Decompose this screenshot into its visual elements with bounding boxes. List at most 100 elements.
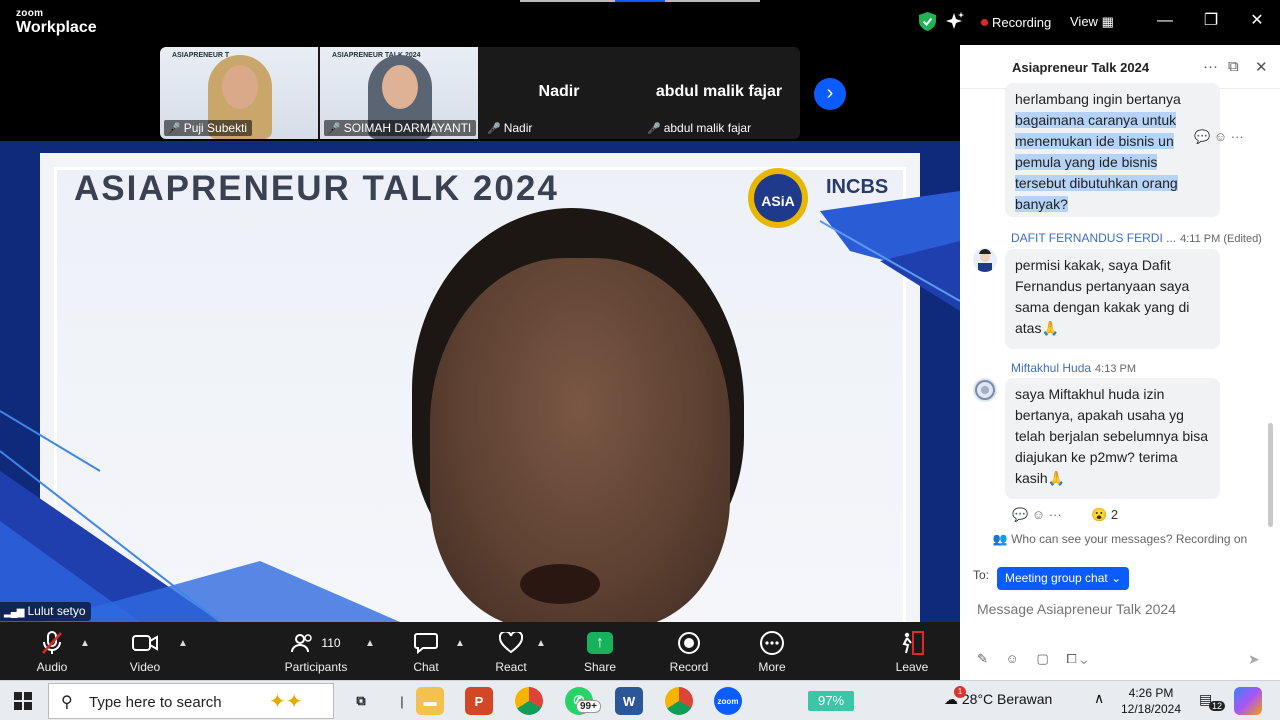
- participant-display-name: Nadir: [538, 83, 580, 100]
- message-line: menemukan ide bisnis un: [1015, 133, 1174, 149]
- sender-name: DAFIT FERNANDUS FERDI ...: [1011, 231, 1177, 245]
- chat-more-icon[interactable]: ···: [1203, 58, 1218, 75]
- video-button[interactable]: Video: [105, 628, 185, 674]
- share-button[interactable]: ↑ Share: [560, 628, 640, 674]
- zoom-app-icon[interactable]: zoom: [714, 687, 742, 715]
- powerpoint-icon[interactable]: P: [465, 687, 493, 715]
- restore-icon[interactable]: ❐: [1199, 10, 1223, 34]
- message-line: banyak?: [1015, 196, 1068, 212]
- logo-zoom: zoom: [16, 8, 44, 19]
- video-options-caret-icon[interactable]: ▲: [178, 638, 188, 649]
- record-button[interactable]: Record: [649, 628, 729, 674]
- message-more-icon[interactable]: ···: [1049, 507, 1062, 522]
- participant-name: SOIMAH DARMAYANTI: [343, 121, 472, 135]
- participant-face: [382, 65, 418, 109]
- app-logo: zoom Workplace: [16, 9, 97, 36]
- ai-companion-icon[interactable]: [946, 12, 964, 30]
- react-options-caret-icon[interactable]: ▲: [536, 638, 546, 649]
- whatsapp-badge: 99+: [576, 700, 601, 713]
- next-page-button[interactable]: ›: [814, 78, 846, 110]
- share-label: Share: [583, 660, 617, 674]
- thumbnail-nadir[interactable]: Nadir 🎤 Nadir: [480, 47, 638, 139]
- muted-mic-icon: 🎤: [167, 123, 181, 135]
- chat-message-3[interactable]: saya Miftakhul huda izin bertanya, apaka…: [1005, 378, 1220, 499]
- message-input[interactable]: [977, 598, 1267, 620]
- recording-dot-icon: [981, 19, 988, 26]
- file-icon[interactable]: ▢: [1036, 651, 1048, 666]
- logo-workplace: Workplace: [16, 19, 97, 36]
- participants-options-caret-icon[interactable]: ▲: [365, 638, 375, 649]
- participant-name: Nadir: [503, 121, 533, 135]
- task-view-icon[interactable]: ⧉: [347, 687, 375, 715]
- reaction-chip[interactable]: 😮 2: [1091, 507, 1118, 523]
- recipient-dropdown[interactable]: Meeting group chat ⌄: [997, 567, 1130, 590]
- thumbnail-soimah-darmayanti[interactable]: ASIAPRENEUR TALK 2024 🎤 SOIMAH DARMAYANTI: [320, 47, 478, 139]
- chrome-icon[interactable]: [515, 687, 543, 715]
- reply-icon[interactable]: 💬: [1012, 507, 1028, 522]
- signal-icon: ▂▄▆: [4, 607, 24, 618]
- chat-scrollbar[interactable]: [1268, 423, 1273, 527]
- react-button[interactable]: React: [471, 628, 551, 674]
- screenshot-icon[interactable]: ⧠ ⌄: [1066, 651, 1087, 666]
- add-reaction-icon[interactable]: ☺: [1032, 507, 1045, 522]
- tray-expand-icon[interactable]: ∧: [1094, 690, 1104, 707]
- chrome-profile-icon[interactable]: [665, 687, 693, 715]
- avatar-image: [975, 380, 995, 400]
- send-icon[interactable]: ➤: [1248, 651, 1260, 668]
- weather-text: 28°C Berawan: [961, 691, 1053, 707]
- audio-button[interactable]: Audio: [12, 628, 92, 674]
- muted-mic-icon: 🎤: [487, 123, 501, 135]
- thumbnail-abdul-malik-fajar[interactable]: abdul malik fajar 🎤 abdul malik fajar: [640, 47, 798, 139]
- thumbnail-caption: 🎤 Puji Subekti: [164, 120, 253, 136]
- popout-icon[interactable]: ⧉: [1228, 58, 1239, 75]
- participants-label: Participants: [284, 660, 348, 674]
- taskbar-search[interactable]: ⚲ Type here to search ✦✦: [48, 683, 334, 719]
- leave-button[interactable]: Leave: [872, 628, 952, 674]
- chat-message-2[interactable]: permisi kakak, saya Dafit Fernandus pert…: [1005, 249, 1220, 349]
- privacy-notice[interactable]: 👥 Who can see your messages? Recording o…: [960, 532, 1280, 546]
- notification-center-icon[interactable]: ▤ 12: [1199, 691, 1226, 711]
- thumbnail-puji-subekti[interactable]: ASIAPRENEUR T 🎤 Puji Subekti: [160, 47, 318, 139]
- weather-widget[interactable]: ☁ 1 28°C Berawan: [944, 686, 1053, 708]
- audio-label: Audio: [36, 660, 68, 674]
- more-icon: [760, 631, 784, 655]
- recording-indicator[interactable]: Recording: [981, 15, 1051, 30]
- clock-date: 12/18/2024: [1120, 702, 1182, 716]
- message-hover-actions: 💬 ☺ ···: [1194, 129, 1244, 145]
- close-chat-icon[interactable]: ✕: [1255, 58, 1268, 76]
- emoji-icon[interactable]: ☺: [1006, 651, 1019, 666]
- add-reaction-icon[interactable]: ☺: [1214, 129, 1227, 144]
- chat-options-caret-icon[interactable]: ▲: [455, 638, 465, 649]
- word-icon[interactable]: W: [615, 687, 643, 715]
- audio-options-caret-icon[interactable]: ▲: [80, 638, 90, 649]
- message-line: herlambang ingin bertanya: [1015, 91, 1181, 107]
- encryption-shield-icon[interactable]: [919, 12, 936, 31]
- windows-start-icon[interactable]: [14, 692, 32, 710]
- participant-face: [222, 65, 258, 109]
- file-explorer-icon[interactable]: ▬: [416, 687, 444, 715]
- chat-label: Chat: [413, 660, 439, 674]
- recording-label: Recording: [992, 15, 1052, 30]
- active-speaker-video[interactable]: ASIAPRENEUR TALK 2024: [0, 141, 960, 622]
- minimize-icon[interactable]: —: [1153, 10, 1177, 34]
- asia-logo: ASiA: [748, 168, 808, 228]
- participant-name: Puji Subekti: [183, 121, 248, 135]
- sender-dafit: DAFIT FERNANDUS FERDI ... 4:11 PM (Edited…: [1011, 231, 1262, 245]
- message-time: 4:13 PM: [1095, 363, 1137, 375]
- chat-message-1[interactable]: herlambang ingin bertanya bagaimana cara…: [1005, 83, 1220, 217]
- chat-button[interactable]: Chat: [386, 628, 466, 674]
- clock[interactable]: 4:26 PM 12/18/2024: [1116, 685, 1186, 717]
- chat-icon: [414, 633, 438, 654]
- view-menu-button[interactable]: View ▦: [1070, 14, 1114, 30]
- people-icon: 👥: [992, 532, 1008, 546]
- reply-icon[interactable]: 💬: [1194, 129, 1210, 144]
- participants-button[interactable]: 110 Participants: [276, 628, 356, 674]
- format-icon[interactable]: ✎: [977, 651, 988, 666]
- thumbnail-caption: 🎤 SOIMAH DARMAYANTI: [324, 120, 477, 136]
- copilot-icon[interactable]: [1234, 687, 1262, 715]
- search-placeholder: Type here to search: [89, 694, 222, 711]
- more-button[interactable]: More: [732, 628, 812, 674]
- battery-indicator[interactable]: 97%: [808, 691, 854, 711]
- message-more-icon[interactable]: ···: [1231, 129, 1244, 144]
- close-window-icon[interactable]: ✕: [1245, 10, 1269, 34]
